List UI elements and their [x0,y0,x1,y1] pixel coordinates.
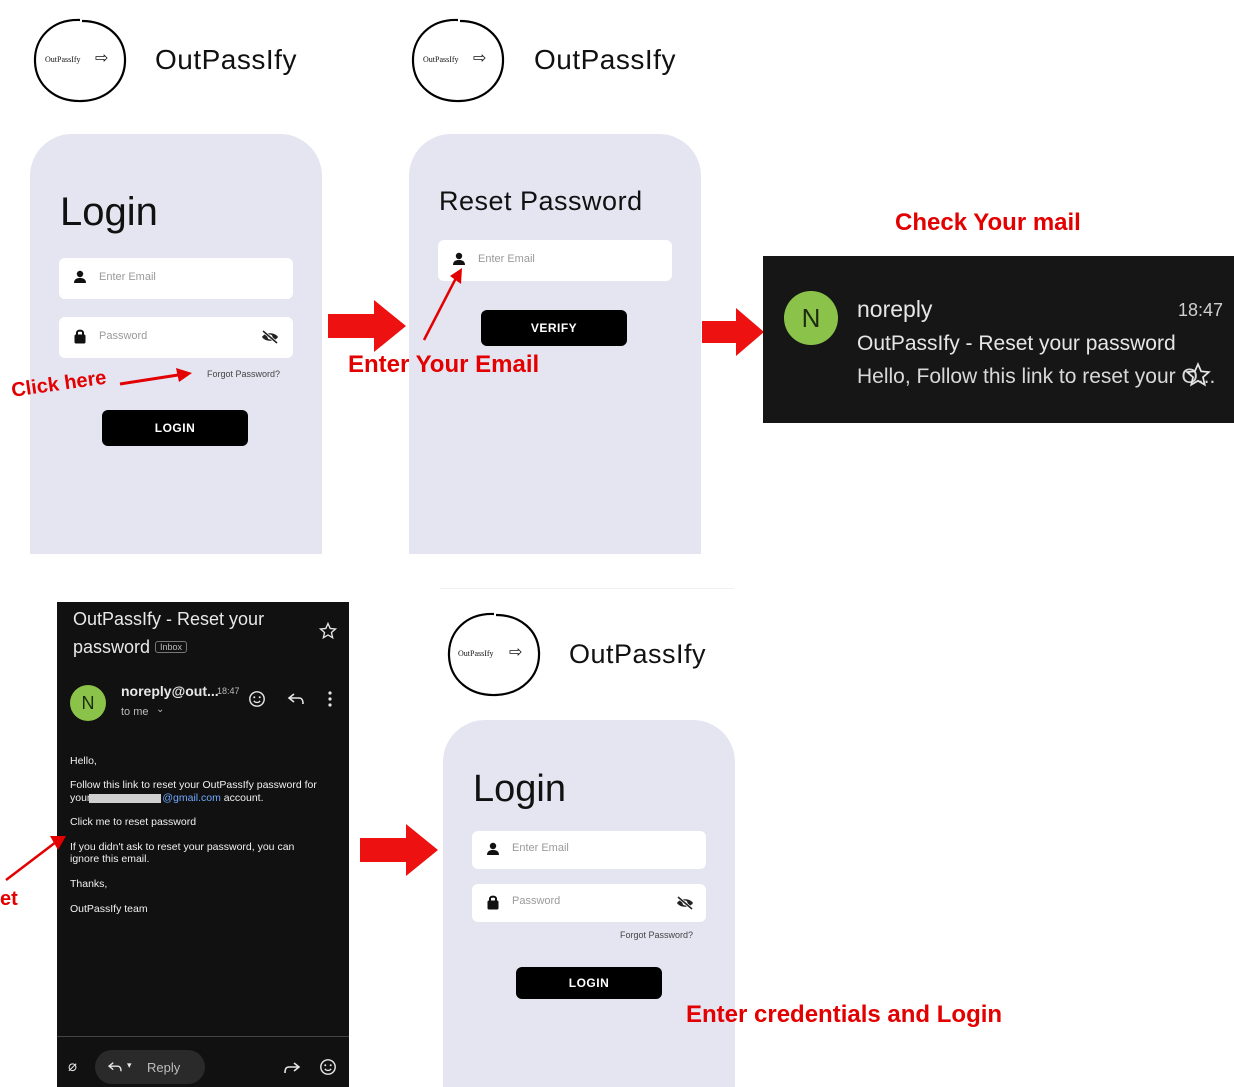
email-body-line2: your @gmail.com account. [70,792,340,804]
avatar: N [784,291,838,345]
email-sender: noreply@out... [121,683,219,699]
email-placeholder: Enter Email [99,271,156,283]
avatar: N [70,685,106,721]
eye-off-icon[interactable] [261,330,279,344]
reply-button[interactable]: ▾ Reply [95,1050,205,1084]
notification-time: 18:47 [1178,300,1224,320]
lock-icon [74,329,86,344]
notification-sender: noreply [857,296,933,322]
flow-arrow [328,300,406,352]
password-field[interactable]: Password [472,884,706,922]
email-recipient[interactable]: to me [121,706,149,718]
password-field[interactable]: Password [59,317,293,358]
brand-name: OutPassIfy [155,44,297,75]
email-notification[interactable]: N noreply 18:47 OutPassIfy - Reset your … [763,256,1234,423]
exit-arrow-icon: ⇨ [509,644,523,661]
email-domain: @gmail.com [162,792,221,804]
page-title: Login [473,768,566,810]
password-placeholder: Password [512,895,561,907]
email-thanks: Thanks, [70,878,108,890]
reply-icon[interactable] [287,692,305,706]
forgot-password-link[interactable]: Forgot Password? [207,369,280,379]
login-screen-final: Login Enter Email Password Forgot Passwo… [443,720,735,1087]
email-placeholder: Enter Email [478,253,535,265]
login-button[interactable]: LOGIN [516,967,662,999]
flow-arrow [702,308,764,356]
logo-wordmark: OutPassIfy [458,649,494,658]
notification-preview: Hello, Follow this link to reset your O.… [857,365,1216,388]
divider [57,1036,349,1037]
forgot-password-link[interactable]: Forgot Password? [620,930,693,940]
inbox-badge[interactable]: Inbox [155,641,188,653]
logo-wordmark: OutPassIfy [423,55,459,64]
email-body-line1: Follow this link to reset your OutPassIf… [70,779,317,791]
annotation-enter-credentials: Enter credentials and Login [686,1001,1003,1028]
email-subject-line1: OutPassIfy - Reset your [73,609,265,629]
chevron-down-icon: ▾ [127,1060,132,1070]
email-ignore-line1: If you didn't ask to reset your password… [70,841,295,853]
redacted-address [89,793,162,803]
flow-arrow [360,824,438,876]
person-icon [487,842,499,855]
login-button[interactable]: LOGIN [102,410,248,446]
notification-subject: OutPassIfy - Reset your password [857,332,1176,355]
email-field[interactable]: Enter Email [59,258,293,299]
star-icon[interactable] [1185,362,1211,388]
email-placeholder: Enter Email [512,842,569,854]
star-icon[interactable] [319,622,337,640]
red-pointer-arrow [119,368,192,386]
reset-password-link[interactable]: Click me to reset password [70,816,196,828]
email-subject-line2: password [73,637,151,657]
logo: OutPassIfy ⇨ [30,14,130,106]
more-icon[interactable] [327,690,333,708]
email-body-suffix: account. [223,792,264,804]
reset-password-screen: Reset Password Enter Email VERIFY [409,134,701,554]
email-greeting: Hello, [70,755,97,767]
avatar-letter: N [801,302,821,333]
logo: OutPassIfy ⇨ [442,608,546,700]
logo: OutPassIfy ⇨ [408,14,508,106]
page-title: Reset Password [439,186,643,216]
annotation-enter-email: Enter Your Email [348,351,540,378]
annotation-click-reset-partial: et [0,888,18,910]
email-field[interactable]: Enter Email [472,831,706,869]
password-placeholder: Password [99,330,148,342]
chevron-down-icon[interactable]: ⌄ [156,704,164,715]
logo-wordmark: OutPassIfy [45,55,81,64]
annotation-check-mail: Check Your mail [895,209,1081,236]
lock-icon [487,895,499,910]
email-body-prefix: your [70,792,91,804]
top-divider [440,588,734,589]
email-time: 18:47 [217,686,240,696]
email-ignore-line2: ignore this email. [70,853,150,865]
email-field[interactable]: Enter Email [438,240,672,281]
exit-arrow-icon: ⇨ [473,50,487,67]
emoji-icon[interactable] [319,1058,337,1076]
avatar-letter: N [81,692,95,713]
person-icon [453,252,465,265]
forward-icon[interactable] [283,1061,301,1075]
exit-arrow-icon: ⇨ [95,50,109,67]
login-screen: Login Enter Email Password Forgot Passwo… [30,134,322,554]
emoji-icon[interactable] [248,690,266,708]
eye-off-icon[interactable] [676,896,694,910]
red-pointer-arrow [422,268,462,341]
reply-label: Reply [147,1060,181,1075]
verify-button[interactable]: VERIFY [481,310,627,346]
brand-name: OutPassIfy [569,639,707,669]
brand-name: OutPassIfy [534,44,676,75]
red-pointer-arrow [5,836,66,881]
attach-icon[interactable]: ⌀ [68,1057,77,1075]
email-view-screen: OutPassIfy - Reset your password Inbox N… [57,602,349,1087]
email-signature: OutPassIfy team [70,903,148,915]
person-icon [74,270,86,283]
reply-icon [107,1062,122,1072]
page-title: Login [60,190,158,234]
